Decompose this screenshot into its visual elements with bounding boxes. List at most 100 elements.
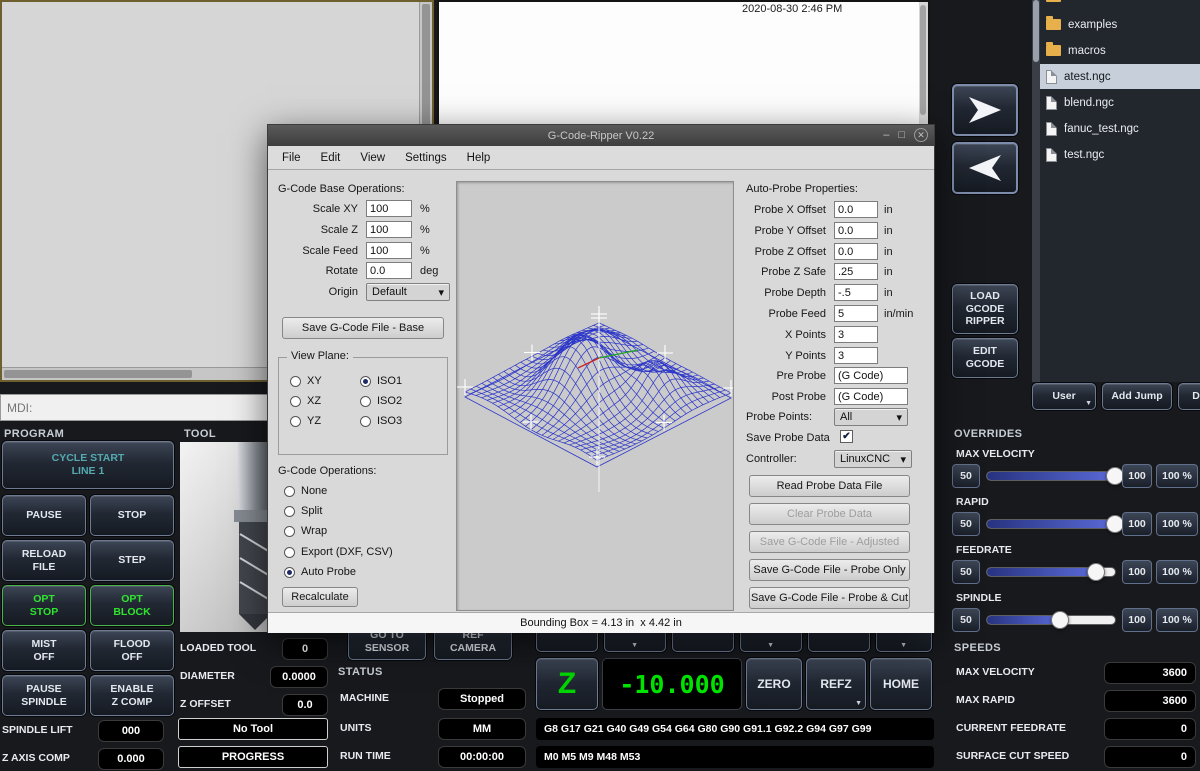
list-item[interactable]: macros: [1040, 38, 1200, 63]
radio-xz[interactable]: XZ: [290, 395, 321, 407]
radio-iso3[interactable]: ISO3: [360, 415, 402, 427]
probe-feed-input[interactable]: [834, 305, 878, 322]
radio-auto-probe[interactable]: Auto Probe: [284, 566, 356, 578]
radio-split[interactable]: Split: [284, 505, 322, 517]
partial-button[interactable]: De: [1178, 383, 1200, 410]
list-item[interactable]: atest.ngc: [1040, 64, 1200, 89]
probe-z-offset-input[interactable]: [834, 243, 878, 260]
save-base-button[interactable]: Save G-Code File - Base: [282, 317, 444, 339]
radio-icon[interactable]: [360, 376, 371, 387]
run-forward-button[interactable]: [952, 84, 1018, 136]
scale-xy-input[interactable]: [366, 200, 412, 217]
radio-wrap[interactable]: Wrap: [284, 525, 327, 537]
radio-icon[interactable]: [360, 416, 371, 427]
user-button[interactable]: User ▼: [1032, 383, 1096, 410]
radio-icon[interactable]: [284, 486, 295, 497]
probe-depth-input[interactable]: [834, 284, 878, 301]
scale-feed-input[interactable]: [366, 242, 412, 259]
probe-points-select[interactable]: All ▾: [834, 408, 908, 426]
list-item[interactable]: examples: [1040, 12, 1200, 37]
probe-x-offset-input[interactable]: [834, 201, 878, 218]
radio-none[interactable]: None: [284, 485, 327, 497]
minimize-icon[interactable]: –: [883, 129, 889, 141]
save-probe-only-button[interactable]: Save G-Code File - Probe Only: [749, 559, 910, 581]
reload-file-button[interactable]: RELOAD FILE: [2, 540, 86, 581]
probe-y-offset-input[interactable]: [834, 222, 878, 239]
radio-export[interactable]: Export (DXF, CSV): [284, 546, 393, 558]
menu-view[interactable]: View: [350, 149, 395, 167]
radio-icon[interactable]: [290, 376, 301, 387]
home-button[interactable]: HOME: [870, 658, 932, 710]
list-item[interactable]: blend.ngc: [1040, 90, 1200, 115]
probe-points-value: All: [840, 411, 852, 423]
menu-edit[interactable]: Edit: [311, 149, 351, 167]
radio-iso1[interactable]: ISO1: [360, 375, 402, 387]
dialog-titlebar[interactable]: G-Code-Ripper V0.22 – □ ✕: [268, 125, 934, 146]
list-item-partial[interactable]: [1040, 0, 1200, 9]
rotate-input[interactable]: [366, 262, 412, 279]
feedrate-slider[interactable]: [986, 567, 1116, 577]
pause-button[interactable]: PAUSE: [2, 495, 86, 536]
scrollbar-thumb[interactable]: [920, 5, 926, 115]
slider-max-value: 100: [1122, 464, 1152, 488]
save-probe-data-checkbox[interactable]: ✔: [840, 430, 853, 443]
cycle-start-button[interactable]: CYCLE START LINE 1: [2, 441, 174, 489]
radio-icon[interactable]: [284, 547, 295, 558]
recalculate-button[interactable]: Recalculate: [282, 587, 358, 607]
edit-gcode-button[interactable]: EDIT GCODE: [952, 338, 1018, 378]
y-points-input[interactable]: [834, 347, 878, 364]
axis-z-button[interactable]: Z: [536, 658, 598, 710]
origin-select[interactable]: Default ▾: [366, 283, 450, 301]
menu-settings[interactable]: Settings: [395, 149, 457, 167]
pre-probe-input[interactable]: [834, 367, 908, 384]
post-probe-input[interactable]: [834, 388, 908, 405]
spindle-slider[interactable]: [986, 615, 1116, 625]
maximize-icon[interactable]: □: [898, 129, 905, 141]
radio-iso2[interactable]: ISO2: [360, 395, 402, 407]
radio-xy[interactable]: XY: [290, 375, 322, 387]
radio-icon[interactable]: [284, 567, 295, 578]
menu-file[interactable]: File: [272, 149, 311, 167]
x-points-input[interactable]: [834, 326, 878, 343]
file-name: test.ngc: [1064, 149, 1104, 161]
close-icon[interactable]: ✕: [914, 128, 928, 142]
slider-handle[interactable]: [1051, 611, 1069, 629]
enable-z-comp-button[interactable]: ENABLE Z COMP: [90, 675, 174, 716]
run-back-button[interactable]: [952, 142, 1018, 194]
clear-probe-data-button[interactable]: Clear Probe Data: [749, 503, 910, 525]
opt-stop-button[interactable]: OPT STOP: [2, 585, 86, 626]
flood-button[interactable]: FLOOD OFF: [90, 630, 174, 671]
list-item[interactable]: fanuc_test.ngc: [1040, 116, 1200, 141]
radio-icon[interactable]: [360, 396, 371, 407]
menu-help[interactable]: Help: [457, 149, 501, 167]
controller-select[interactable]: LinuxCNC ▾: [834, 450, 912, 468]
stop-button[interactable]: STOP: [90, 495, 174, 536]
slider-handle[interactable]: [1087, 563, 1105, 581]
scale-z-input[interactable]: [366, 221, 412, 238]
machine-value: Stopped: [438, 688, 526, 710]
scrollbar-thumb[interactable]: [1033, 0, 1039, 62]
radio-icon[interactable]: [290, 396, 301, 407]
radio-icon[interactable]: [290, 416, 301, 427]
list-item[interactable]: test.ngc: [1040, 142, 1200, 167]
add-jump-button[interactable]: Add Jump: [1102, 383, 1172, 410]
max-velocity-slider[interactable]: [986, 471, 1116, 481]
read-probe-data-button[interactable]: Read Probe Data File: [749, 475, 910, 497]
radio-icon[interactable]: [284, 526, 295, 537]
vertical-scrollbar[interactable]: [1032, 0, 1040, 382]
save-adjusted-button[interactable]: Save G-Code File - Adjusted: [749, 531, 910, 553]
zero-button[interactable]: ZERO: [746, 658, 802, 710]
probe-z-safe-input[interactable]: [834, 263, 878, 280]
mist-button[interactable]: MIST OFF: [2, 630, 86, 671]
save-probe-cut-button[interactable]: Save G-Code File - Probe & Cut: [749, 587, 910, 609]
z-offset-label: Z OFFSET: [180, 698, 231, 710]
load-gcode-ripper-button[interactable]: LOAD GCODE RIPPER: [952, 284, 1018, 334]
radio-yz[interactable]: YZ: [290, 415, 321, 427]
pause-spindle-button[interactable]: PAUSE SPINDLE: [2, 675, 86, 716]
opt-block-button[interactable]: OPT BLOCK: [90, 585, 174, 626]
refz-button[interactable]: REFZ ▼: [806, 658, 866, 710]
step-button[interactable]: STEP: [90, 540, 174, 581]
scrollbar-thumb[interactable]: [4, 370, 192, 378]
radio-icon[interactable]: [284, 506, 295, 517]
rapid-slider[interactable]: [986, 519, 1116, 529]
